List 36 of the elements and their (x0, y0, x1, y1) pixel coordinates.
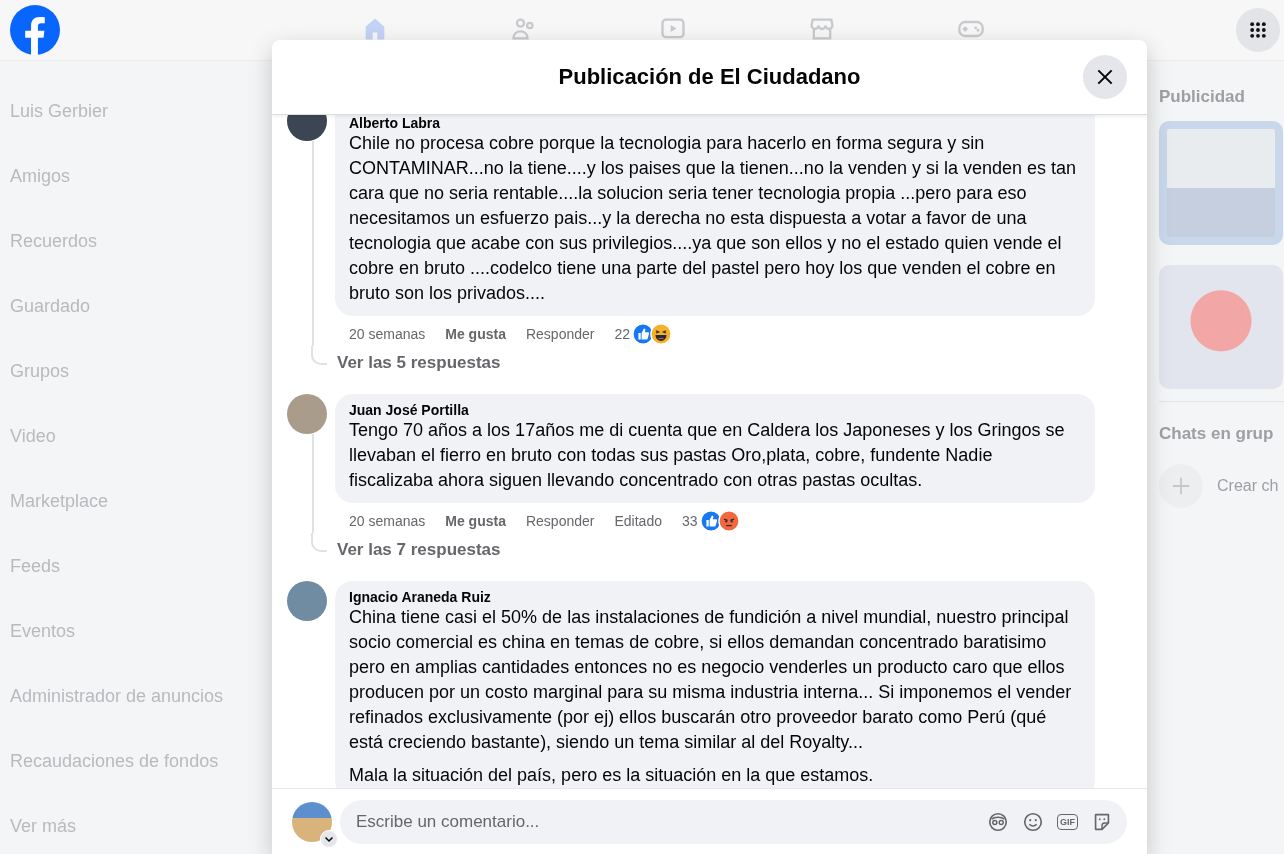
comment-field[interactable]: Escribe un comentario... GIF (340, 799, 1127, 844)
reply-link[interactable]: Responder (525, 326, 595, 342)
plus-icon (1170, 475, 1192, 497)
reaction-count[interactable]: 22 (614, 326, 631, 342)
close-icon (1095, 67, 1115, 87)
comment-text: Tengo 70 años a los 17años me di cuenta que en Caldera los Japoneses y los Gringos se llevaban el fierro en bruto con todas sus pastas Oro,plata, cobre, fundente Nadie fiscalizaba ahora siguen llevando concentrado con otras pastas ocultas. (349, 419, 1066, 492)
user-avatar[interactable] (292, 801, 332, 842)
author-name[interactable]: Alberto Labra (349, 115, 1081, 131)
edited-label: Editado (614, 513, 662, 529)
grid-icon (1248, 20, 1268, 40)
menu-button[interactable] (1236, 8, 1280, 52)
chevron-button[interactable] (320, 829, 338, 848)
comment-text: Mala la situación del país, pero es la situación en la que estamos. (349, 764, 875, 787)
close-button[interactable] (1083, 55, 1127, 99)
like-link[interactable]: Me gusta (445, 513, 506, 529)
timestamp[interactable]: 20 semanas (349, 513, 426, 529)
author-name[interactable]: Ignacio Araneda Ruiz (349, 589, 1081, 605)
section-title: Chats en grup (1159, 424, 1275, 444)
avatar-sticker-icon[interactable] (987, 810, 1009, 833)
reply-link[interactable]: Responder (525, 513, 595, 529)
facebook-logo[interactable] (10, 5, 60, 55)
emoji-icon[interactable] (1022, 810, 1044, 833)
reaction-count[interactable]: 33 (681, 513, 698, 529)
view-replies-link[interactable]: Ver las 5 respuestas (337, 353, 501, 373)
timestamp[interactable]: 20 semanas (349, 326, 426, 342)
section-title: Publicidad (1159, 87, 1246, 107)
like-link[interactable]: Me gusta (445, 326, 506, 342)
haha-reaction-icon (650, 323, 673, 345)
gif-button[interactable]: GIF (1057, 813, 1078, 830)
author-name[interactable]: Juan José Portilla (349, 402, 1081, 418)
comment-text: China tiene casi el 50% de las instalaciones de fundición a nivel mundial, nuestro principal socio comercial es china en temas de cobre, si ellos demandan concentrado baratisimo pero en amplias cantidades entonces no es negocio venderles un producto caro que ellos producen por un costo marginal para su misma industria interna... Si imponemos el vender refinados exclusivamente (por ej) ellos buscarán otro proveedor barato como Perú (qué está creciendo bastante), siendo un tema similar al del Royalty... (349, 606, 1073, 754)
comment-text: Chile no procesa cobre porque la tecnologia para hacerlo en forma segura y sin CONTAMINAR...no la tiene....y los paises que la tienen...no la venden y si la venden es tan cara que no seria rentable....la solucion seria tener tecnologia propia ...pero para eso necesitamos un esfuerzo pais...y la derecha no esta dispuesta a votar a favor de una tecnologia que acabe con sus privilegios....ya que son ellos y no el estado quien vende el cobre en bruto ....codelco tiene una parte del pastel pero hoy los que venden el cobre en bruto son los privados.... (349, 132, 1078, 305)
angry-reaction-icon (717, 510, 740, 532)
dialog-title: Publicación de El Ciudadano (558, 64, 861, 90)
view-replies-link[interactable]: Ver las 7 respuestas (337, 540, 501, 560)
like-reaction-icon (699, 510, 722, 532)
